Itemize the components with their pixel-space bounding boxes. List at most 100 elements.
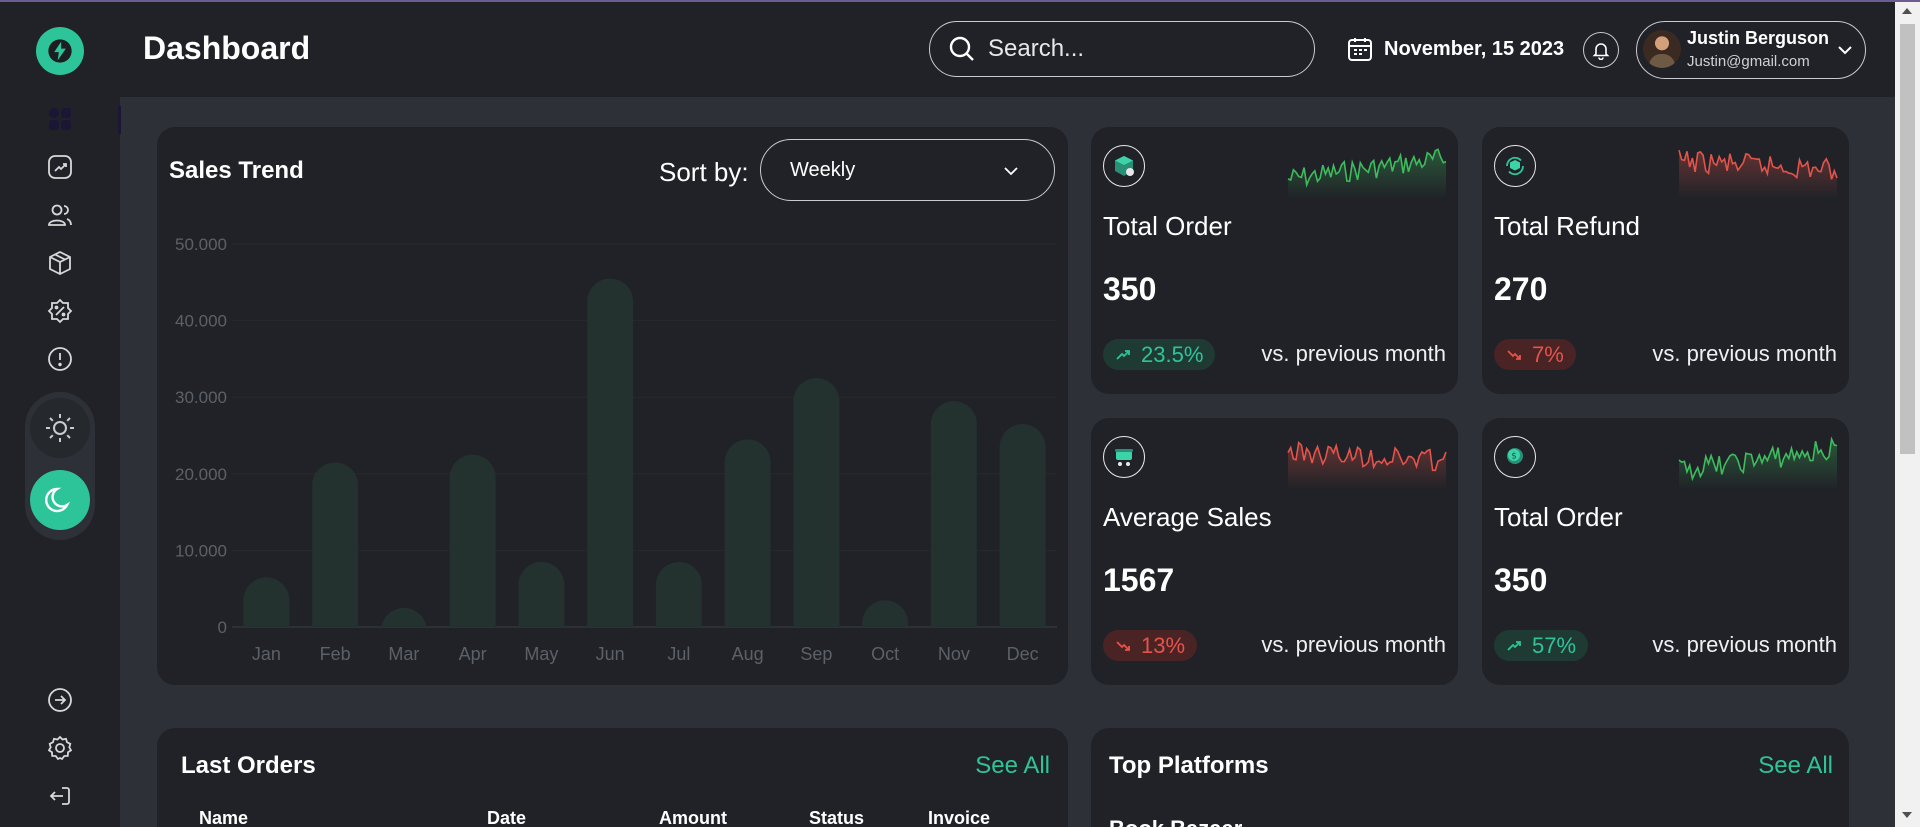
last-orders-see-all-link[interactable]: See All: [975, 752, 1050, 780]
y-tick-label: 20.000: [175, 465, 227, 484]
sort-label: Sort by:: [659, 157, 749, 187]
notifications-button[interactable]: [1583, 32, 1619, 68]
logo[interactable]: [36, 27, 84, 75]
avatar: [1643, 30, 1681, 68]
scroll-up-arrow[interactable]: [1902, 8, 1912, 14]
stat-card-total-order: Total Order 350 23.5% vs. previous month: [1091, 127, 1458, 394]
sparkline-chart: [1678, 436, 1838, 490]
arrow-circle-right-icon: [48, 688, 72, 712]
x-tick-label: Dec: [1007, 644, 1039, 664]
sidebar-item-products[interactable]: [44, 247, 76, 279]
dark-mode-button[interactable]: [30, 470, 90, 530]
y-tick-label: 30.000: [175, 388, 227, 407]
sidebar-item-login[interactable]: [44, 684, 76, 716]
change-value: 23.5%: [1141, 341, 1204, 367]
top-platforms-see-all-link[interactable]: See All: [1758, 752, 1833, 780]
bar-apr[interactable]: [449, 454, 496, 627]
bar-jul[interactable]: [655, 561, 702, 627]
bar-may[interactable]: [518, 561, 565, 627]
y-tick-label: 40.000: [175, 312, 227, 331]
stat-value: 270: [1494, 271, 1548, 307]
trend-up-icon: [1507, 640, 1521, 651]
trend-down-icon: [1507, 349, 1521, 360]
sales-trend-card: Sales Trend Sort by: Weekly 0 10.000 20.00…: [157, 127, 1068, 685]
grid-icon: [49, 108, 71, 130]
change-value: 57%: [1532, 632, 1577, 658]
refund-box-icon: [1506, 156, 1524, 176]
last-orders-card: Last Orders See All Name Date Amount Sta…: [157, 728, 1068, 827]
sort-value: Weekly: [790, 158, 856, 181]
moon-icon: [45, 487, 71, 513]
scroll-down-arrow[interactable]: [1902, 812, 1912, 818]
bar-aug[interactable]: [724, 439, 771, 627]
sales-trend-title: Sales Trend: [169, 157, 304, 184]
change-value: 13%: [1141, 632, 1186, 658]
chevron-down-icon: [1004, 167, 1018, 176]
bar-jan[interactable]: [243, 577, 290, 627]
compare-text: vs. previous month: [1652, 341, 1837, 366]
sparkline-area: [1679, 439, 1837, 490]
stat-card-total-refund: Total Refund 270 7% vs. previous month: [1482, 127, 1849, 394]
bar-feb[interactable]: [312, 462, 359, 627]
page-scrollbar[interactable]: [1895, 2, 1920, 827]
bar-jun[interactable]: [587, 278, 634, 627]
stat-value: 350: [1494, 562, 1548, 598]
compare-text: vs. previous month: [1652, 632, 1837, 657]
top-platforms-title: Top Platforms: [1109, 752, 1269, 779]
search-input[interactable]: [988, 35, 1288, 63]
sidebar-item-discounts[interactable]: [44, 295, 76, 327]
column-header-status[interactable]: Status: [809, 808, 864, 827]
sidebar-item-settings[interactable]: [44, 732, 76, 764]
trend-down-icon: [1116, 640, 1130, 651]
y-tick-label: 0: [218, 618, 227, 637]
stat-card-average-sales: Average Sales 1567 13% vs. previous mont…: [1091, 418, 1458, 685]
stat-value: 1567: [1103, 562, 1175, 598]
stat-label: Average Sales: [1103, 502, 1272, 532]
page-title: Dashboard: [143, 30, 311, 66]
box-icon-badge: [1103, 145, 1145, 187]
box-icon: [49, 250, 71, 276]
sidebar-item-analytics[interactable]: [44, 151, 76, 183]
search-icon: [949, 36, 974, 61]
gear-icon: [47, 735, 73, 761]
active-nav-indicator: [118, 106, 121, 134]
column-header-invoice[interactable]: Invoice: [928, 808, 990, 827]
coin-icon-badge: $: [1494, 436, 1536, 478]
alert-circle-icon: [48, 347, 72, 371]
user-name: Justin Berguson: [1687, 28, 1830, 48]
sun-icon: [46, 414, 74, 442]
box-icon: [1115, 156, 1134, 176]
column-header-name[interactable]: Name: [199, 808, 248, 827]
x-tick-label: Nov: [938, 644, 970, 664]
x-tick-label: Apr: [459, 644, 487, 664]
sort-dropdown[interactable]: Weekly: [760, 139, 1055, 201]
bar-dec[interactable]: [999, 424, 1046, 627]
user-profile-menu[interactable]: Justin Berguson Justin@gmail.com: [1636, 21, 1866, 79]
sidebar-item-dashboard[interactable]: [44, 103, 76, 135]
compare-text: vs. previous month: [1261, 632, 1446, 657]
stat-label: Total Order: [1494, 502, 1623, 532]
stat-value: 350: [1103, 271, 1157, 307]
x-tick-label: Jun: [596, 644, 625, 664]
stat-card-total-order-2: $ Total Order 350 57% vs. previous month: [1482, 418, 1849, 685]
trend-up-icon: [1116, 349, 1130, 360]
sidebar-item-alerts[interactable]: [44, 343, 76, 375]
x-tick-label: Oct: [871, 644, 899, 664]
bar-nov[interactable]: [930, 401, 977, 627]
scrollbar-thumb[interactable]: [1900, 24, 1915, 454]
search-bar[interactable]: [929, 21, 1315, 77]
top-platforms-card: Top Platforms See All Book Bazaar: [1091, 728, 1849, 827]
user-email: Justin@gmail.com: [1687, 53, 1810, 70]
users-icon: [48, 204, 72, 226]
bell-icon: [1592, 43, 1610, 60]
bar-oct[interactable]: [862, 600, 909, 627]
light-mode-button[interactable]: [30, 398, 90, 458]
sidebar-item-users[interactable]: [44, 199, 76, 231]
sidebar-item-logout[interactable]: [44, 780, 76, 812]
bar-sep[interactable]: [793, 378, 840, 627]
svg-text:$: $: [1511, 452, 1517, 462]
column-header-date[interactable]: Date: [487, 808, 526, 827]
x-tick-label: Aug: [732, 644, 764, 664]
coin-icon: $: [1507, 448, 1523, 464]
column-header-amount[interactable]: Amount: [659, 808, 727, 827]
